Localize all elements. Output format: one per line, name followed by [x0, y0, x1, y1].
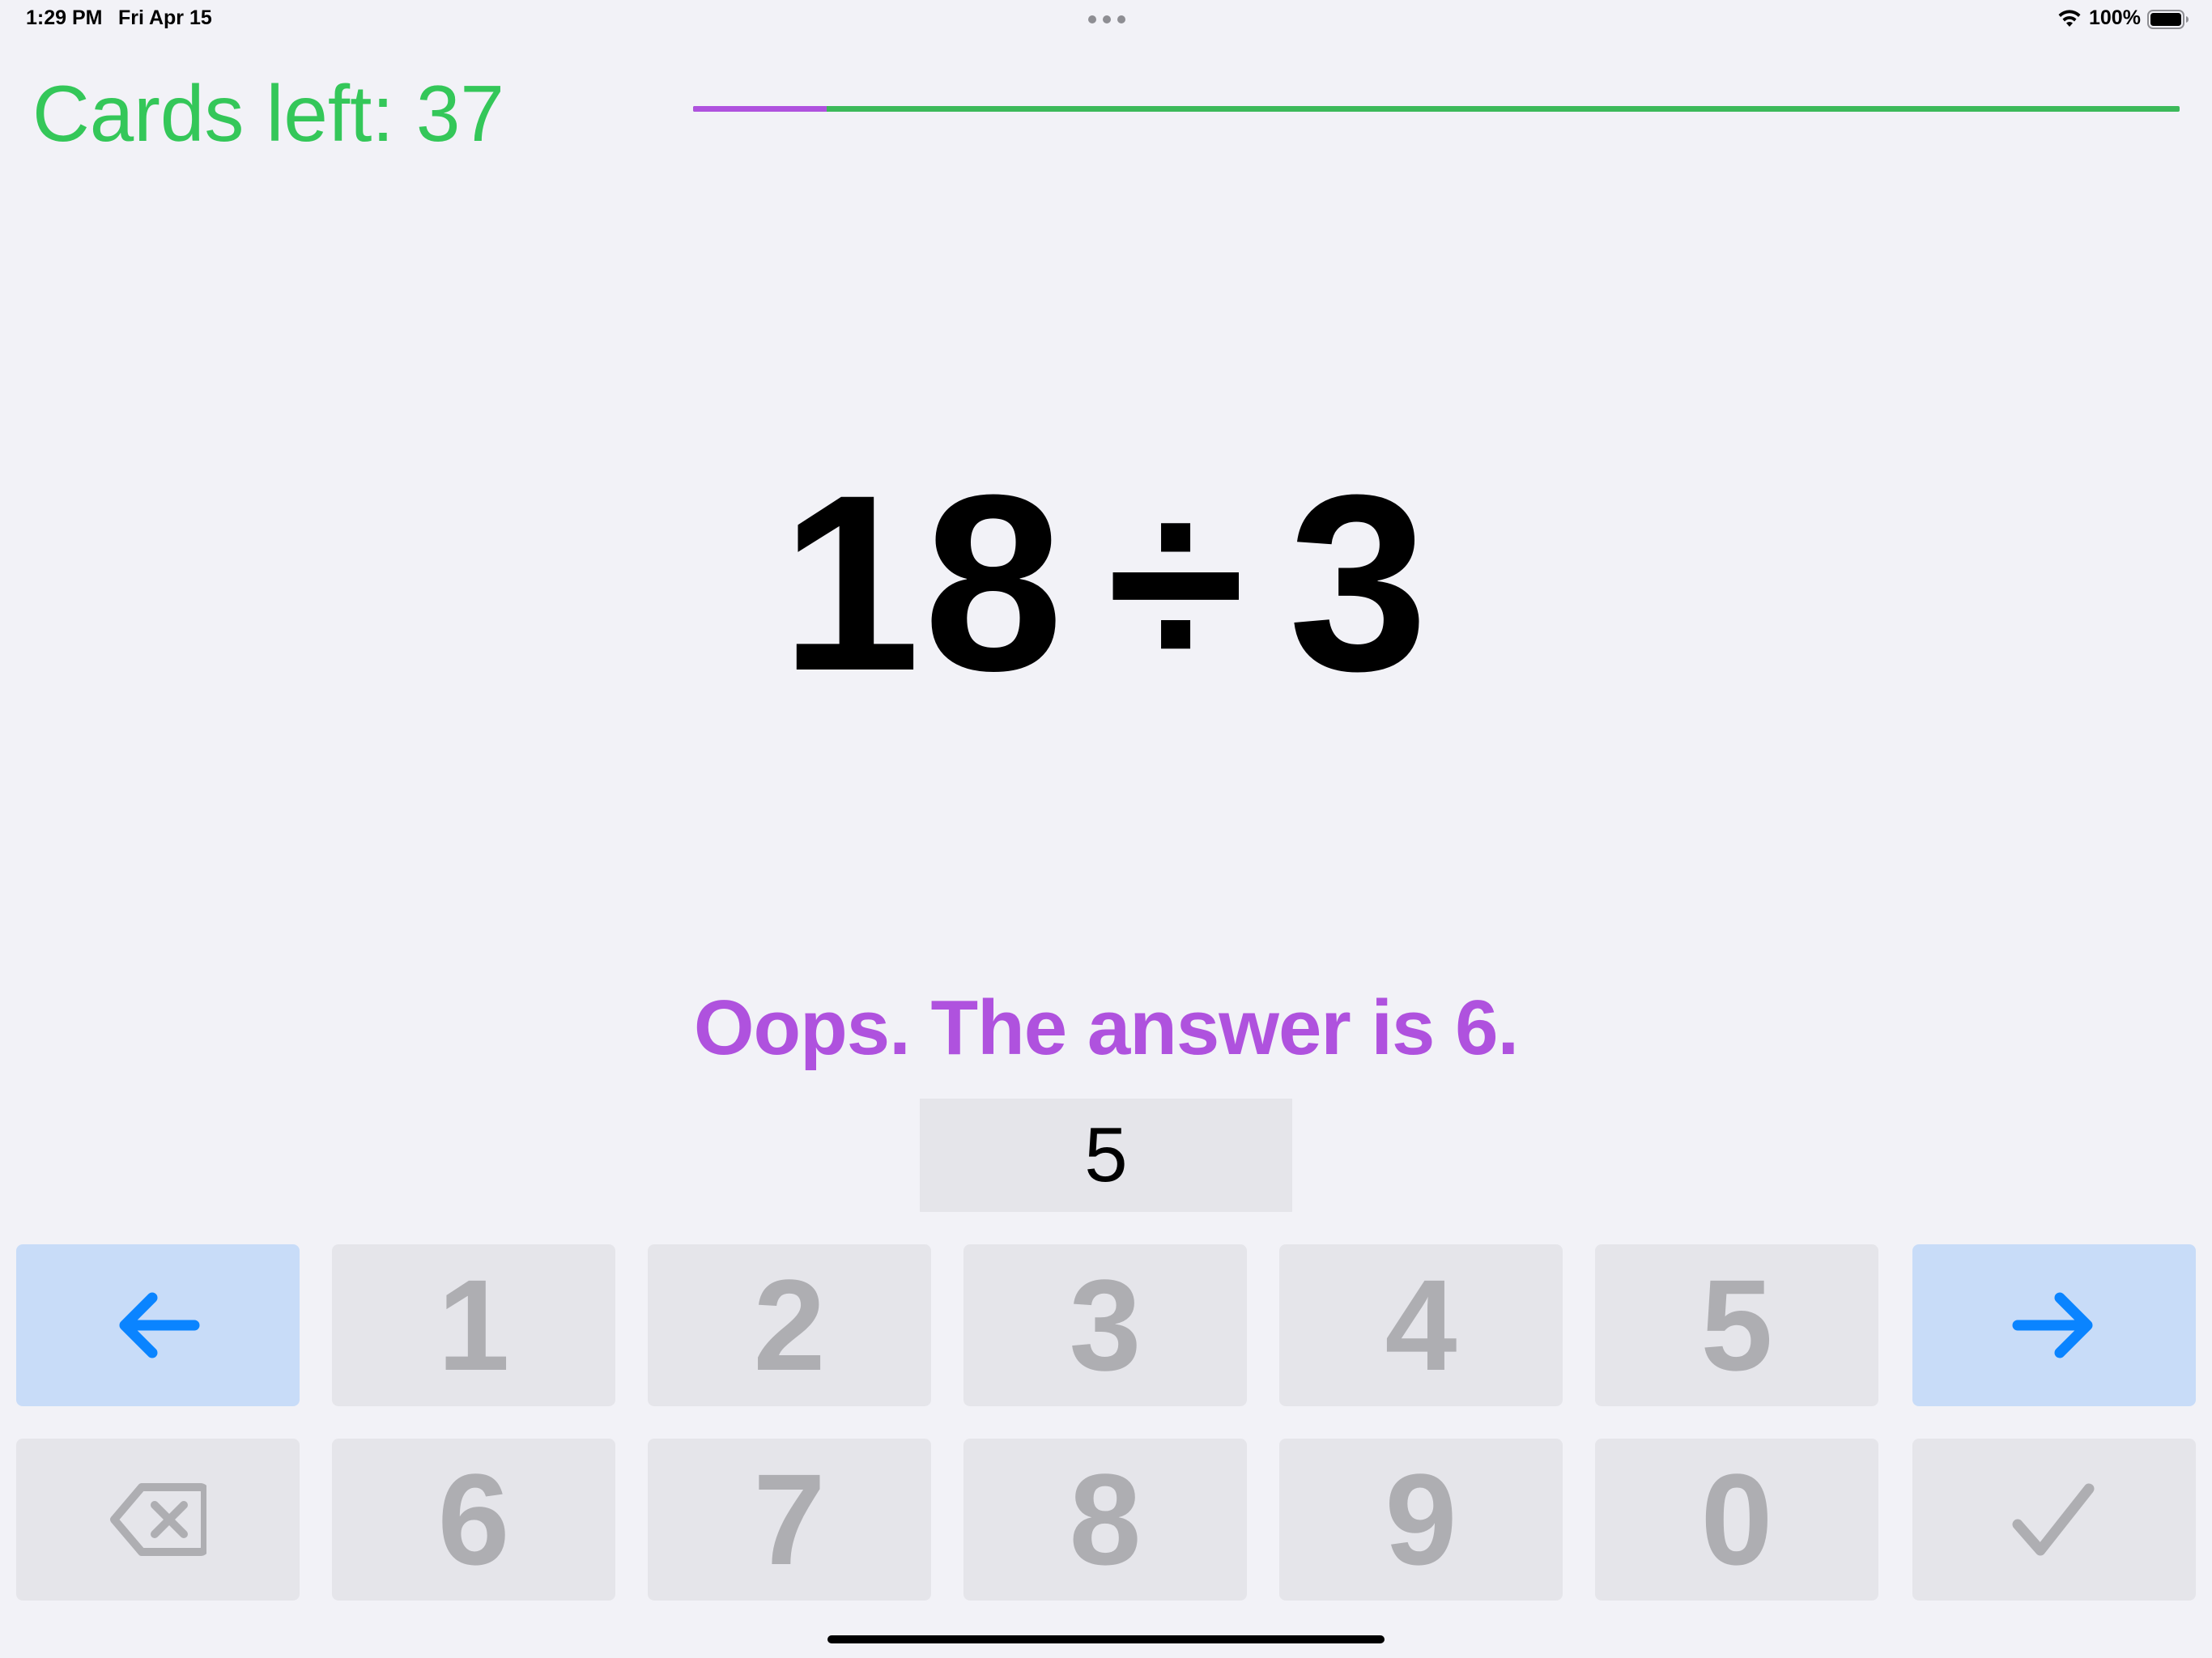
multitasking-dots-icon[interactable]: [1088, 15, 1125, 23]
math-problem: 18 ÷ 3: [0, 437, 2212, 729]
keypad-key-1[interactable]: 1: [332, 1244, 615, 1406]
cards-left-counter: Cards left: 37: [32, 69, 504, 158]
arrow-left-icon: [119, 1292, 200, 1358]
delete-button[interactable]: [16, 1439, 300, 1601]
battery-percentage: 100%: [2089, 6, 2141, 29]
arrow-right-icon: [2012, 1292, 2093, 1358]
wifi-icon: [2058, 10, 2081, 27]
keypad-key-2[interactable]: 2: [648, 1244, 931, 1406]
feedback-message: Oops. The answer is 6.: [693, 984, 1519, 1071]
problem-operator: ÷: [1107, 442, 1249, 723]
problem-left-operand: 18: [781, 442, 1067, 723]
keypad-key-4[interactable]: 4: [1279, 1244, 1563, 1406]
delete-backspace-icon: [110, 1483, 206, 1556]
status-date: Fri Apr 15: [118, 6, 212, 29]
keypad-key-9[interactable]: 9: [1279, 1439, 1563, 1601]
checkmark-icon: [2012, 1483, 2095, 1556]
progress-bar: [693, 106, 2180, 112]
previous-card-button[interactable]: [16, 1244, 300, 1406]
problem-right-operand: 3: [1288, 442, 1431, 723]
status-time: 1:29 PM: [26, 6, 103, 29]
battery-icon: [2147, 10, 2189, 29]
status-bar: 1:29 PM Fri Apr 15 100%: [0, 0, 2212, 39]
next-card-button[interactable]: [1912, 1244, 2196, 1406]
keypad-key-7[interactable]: 7: [648, 1439, 931, 1601]
progress-bar-fill: [693, 106, 827, 112]
answer-value: 5: [1084, 1112, 1128, 1198]
submit-answer-button[interactable]: [1912, 1439, 2196, 1601]
keypad-key-0[interactable]: 0: [1595, 1439, 1878, 1601]
keypad-key-8[interactable]: 8: [963, 1439, 1247, 1601]
keypad-key-3[interactable]: 3: [963, 1244, 1247, 1406]
answer-display: 5: [920, 1099, 1292, 1212]
home-indicator[interactable]: [827, 1635, 1385, 1643]
keypad-key-6[interactable]: 6: [332, 1439, 615, 1601]
keypad-key-5[interactable]: 5: [1595, 1244, 1878, 1406]
